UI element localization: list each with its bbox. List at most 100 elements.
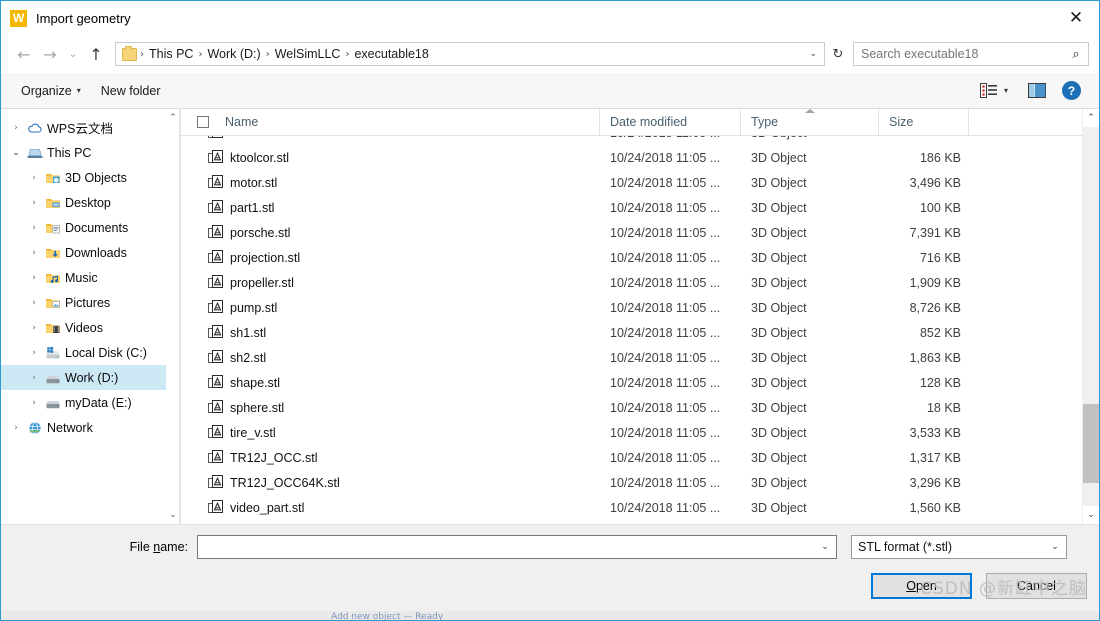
file-list-pane: Name Date modified Type Size 10/24/2018 … <box>180 109 1082 524</box>
chevron-right-icon[interactable]: › <box>25 248 43 258</box>
chevron-right-icon[interactable]: › <box>25 298 43 308</box>
view-options-icon[interactable] <box>978 81 1000 101</box>
recent-locations-icon[interactable]: ⌄ <box>63 41 83 67</box>
column-header-size[interactable]: Size <box>879 109 969 135</box>
sidebar-item-mydata-e[interactable]: › myData (E:) <box>1 390 166 415</box>
close-icon[interactable]: ✕ <box>1053 1 1099 35</box>
navigation-scrollbar[interactable]: ⌃ ⌄ <box>166 109 179 524</box>
file-name-cell: motor.stl <box>230 175 278 190</box>
chevron-right-icon[interactable]: › <box>25 348 43 358</box>
sidebar-item-network[interactable]: › Network <box>1 415 166 440</box>
select-all-checkbox[interactable] <box>197 116 209 128</box>
table-row[interactable]: motor.stl 10/24/2018 11:05 ... 3D Object 3,… <box>181 170 1082 195</box>
chevron-right-icon[interactable]: › <box>25 173 43 183</box>
search-box[interactable]: ⌕ <box>853 42 1089 66</box>
scroll-up-icon[interactable]: ⌃ <box>169 113 177 123</box>
chevron-right-icon[interactable]: › <box>25 198 43 208</box>
size-cell: 3,296 KB <box>909 475 961 490</box>
chevron-right-icon[interactable]: › <box>25 223 43 233</box>
table-row[interactable]: sphere.stl 10/24/2018 11:05 ... 3D Object 1… <box>181 395 1082 420</box>
table-row[interactable]: video_part.stl 10/24/2018 11:05 ... 3D Obj… <box>181 495 1082 520</box>
table-row[interactable]: ktoolcor.stl 10/24/2018 11:05 ... 3D Objec… <box>181 145 1082 170</box>
table-row[interactable]: shape.stl 10/24/2018 11:05 ... 3D Object 12… <box>181 370 1082 395</box>
chevron-down-icon[interactable]: ⌄ <box>802 49 824 59</box>
help-icon[interactable]: ? <box>1062 81 1081 100</box>
table-row[interactable]: porsche.stl 10/24/2018 11:05 ... 3D Object… <box>181 220 1082 245</box>
back-icon[interactable]: ← <box>11 41 37 67</box>
organize-button[interactable]: Organize ▾ <box>11 84 91 98</box>
file-name-combobox[interactable]: ⌄ <box>197 535 837 559</box>
file-name-cell: video_part.stl <box>230 500 305 515</box>
file-name-label: File name: <box>1 540 197 554</box>
sidebar-item-pictures[interactable]: › Pictures <box>1 290 166 315</box>
chevron-right-icon[interactable]: › <box>7 423 25 433</box>
file-list-scrollbar[interactable]: ⌃ ⌄ <box>1082 109 1099 524</box>
chevron-right-icon[interactable]: › <box>7 123 25 133</box>
sidebar-item-this-pc[interactable]: ⌄ This PC <box>1 140 166 165</box>
column-header-date-modified[interactable]: Date modified <box>600 109 741 135</box>
search-input[interactable] <box>854 46 1064 62</box>
chevron-right-icon[interactable]: › <box>25 373 43 383</box>
scroll-thumb[interactable] <box>1083 403 1099 484</box>
scroll-down-icon[interactable]: ⌄ <box>1083 506 1099 524</box>
chevron-right-icon[interactable]: › <box>25 323 43 333</box>
scroll-down-icon[interactable]: ⌄ <box>169 510 177 520</box>
sidebar-item-local-disk-c[interactable]: › Local Disk (C:) <box>1 340 166 365</box>
table-row[interactable]: sh1.stl 10/24/2018 11:05 ... 3D Object 852 … <box>181 320 1082 345</box>
table-row[interactable]: 10/24/2018 11:05 ...3D Object <box>181 136 1082 145</box>
table-row[interactable]: TR12J_OCC.stl 10/24/2018 11:05 ... 3D Obje… <box>181 445 1082 470</box>
forward-icon[interactable]: → <box>37 41 63 67</box>
file-name-input[interactable] <box>198 539 814 555</box>
cancel-button[interactable]: Cancel <box>986 573 1087 599</box>
search-icon[interactable]: ⌕ <box>1064 47 1088 62</box>
file-type-chevron-down-icon[interactable]: ⌄ <box>1044 542 1066 552</box>
breadcrumb-item-welsimllc[interactable]: WelSimLLC <box>271 43 345 65</box>
scroll-up-icon[interactable]: ⌃ <box>1083 109 1099 127</box>
table-row[interactable]: sh2.stl 10/24/2018 11:05 ... 3D Object 1,86… <box>181 345 1082 370</box>
open-button[interactable]: Open <box>871 573 972 599</box>
sidebar-item-documents[interactable]: › Documents <box>1 215 166 240</box>
select-all-checkbox-cell[interactable] <box>181 109 215 135</box>
sidebar-item-work-d[interactable]: › Work (D:) <box>1 365 166 390</box>
chevron-right-icon[interactable]: › <box>25 398 43 408</box>
table-row[interactable]: TR12J_OCC64K.stl 10/24/2018 11:05 ... 3D O… <box>181 470 1082 495</box>
sidebar-item-videos[interactable]: › Videos <box>1 315 166 340</box>
file-name-cell: porsche.stl <box>230 225 291 240</box>
file-name-cell: shape.stl <box>230 375 281 390</box>
refresh-icon[interactable]: ↻ <box>825 42 851 66</box>
chevron-right-icon[interactable]: › <box>25 273 43 283</box>
column-header-type[interactable]: Type <box>741 109 879 135</box>
breadcrumb-item-executable18[interactable]: executable18 <box>350 43 432 65</box>
table-row[interactable]: propeller.stl 10/24/2018 11:05 ... 3D Obje… <box>181 270 1082 295</box>
breadcrumb-item-work-d[interactable]: Work (D:) <box>203 43 264 65</box>
sidebar-item-wps[interactable]: › WPS云文档 <box>1 115 166 140</box>
table-row[interactable]: projection.stl 10/24/2018 11:05 ... 3D Obj… <box>181 245 1082 270</box>
column-header-name[interactable]: Name <box>215 109 600 135</box>
sidebar-item-label: Work (D:) <box>65 370 119 385</box>
open-label-accesskey: O <box>906 579 916 593</box>
file-type-filter-select[interactable]: STL format (*.stl) ⌄ <box>851 535 1067 559</box>
table-row[interactable]: tire_v.stl 10/24/2018 11:05 ... 3D Object 3… <box>181 420 1082 445</box>
folder-documents-icon <box>43 220 63 236</box>
type-cell: 3D Object <box>751 500 807 515</box>
table-row[interactable]: pump.stl 10/24/2018 11:05 ... 3D Object 8,7… <box>181 295 1082 320</box>
sidebar-item-desktop[interactable]: › Desktop <box>1 190 166 215</box>
file-name-cell: sphere.stl <box>230 400 285 415</box>
scroll-track[interactable] <box>1083 127 1099 506</box>
breadcrumb-bar[interactable]: › This PC › Work (D:) › WelSimLLC › exec… <box>115 42 825 66</box>
preview-pane-icon[interactable] <box>1026 81 1048 101</box>
windows-drive-icon <box>43 345 63 361</box>
dialog-body: › WPS云文档 ⌄ This PC › 3D Objects › Desktop › Docum… <box>1 109 1099 524</box>
sidebar-item-3d-objects[interactable]: › 3D Objects <box>1 165 166 190</box>
table-row-partial[interactable]: 10/24/2018 11:05 ...3D Object <box>181 136 1082 145</box>
up-icon[interactable]: ↑ <box>83 41 109 67</box>
file-name-cell: projection.stl <box>230 250 301 265</box>
breadcrumb-item-this-pc[interactable]: This PC <box>145 43 197 65</box>
file-name-chevron-down-icon[interactable]: ⌄ <box>814 542 836 552</box>
sidebar-item-downloads[interactable]: › Downloads <box>1 240 166 265</box>
sidebar-item-music[interactable]: › Music <box>1 265 166 290</box>
table-row[interactable]: part1.stl 10/24/2018 11:05 ... 3D Object 10… <box>181 195 1082 220</box>
chevron-down-icon[interactable]: ⌄ <box>7 148 25 158</box>
new-folder-button[interactable]: New folder <box>91 84 171 98</box>
view-chevron-down-icon[interactable]: ▾ <box>1004 86 1008 95</box>
